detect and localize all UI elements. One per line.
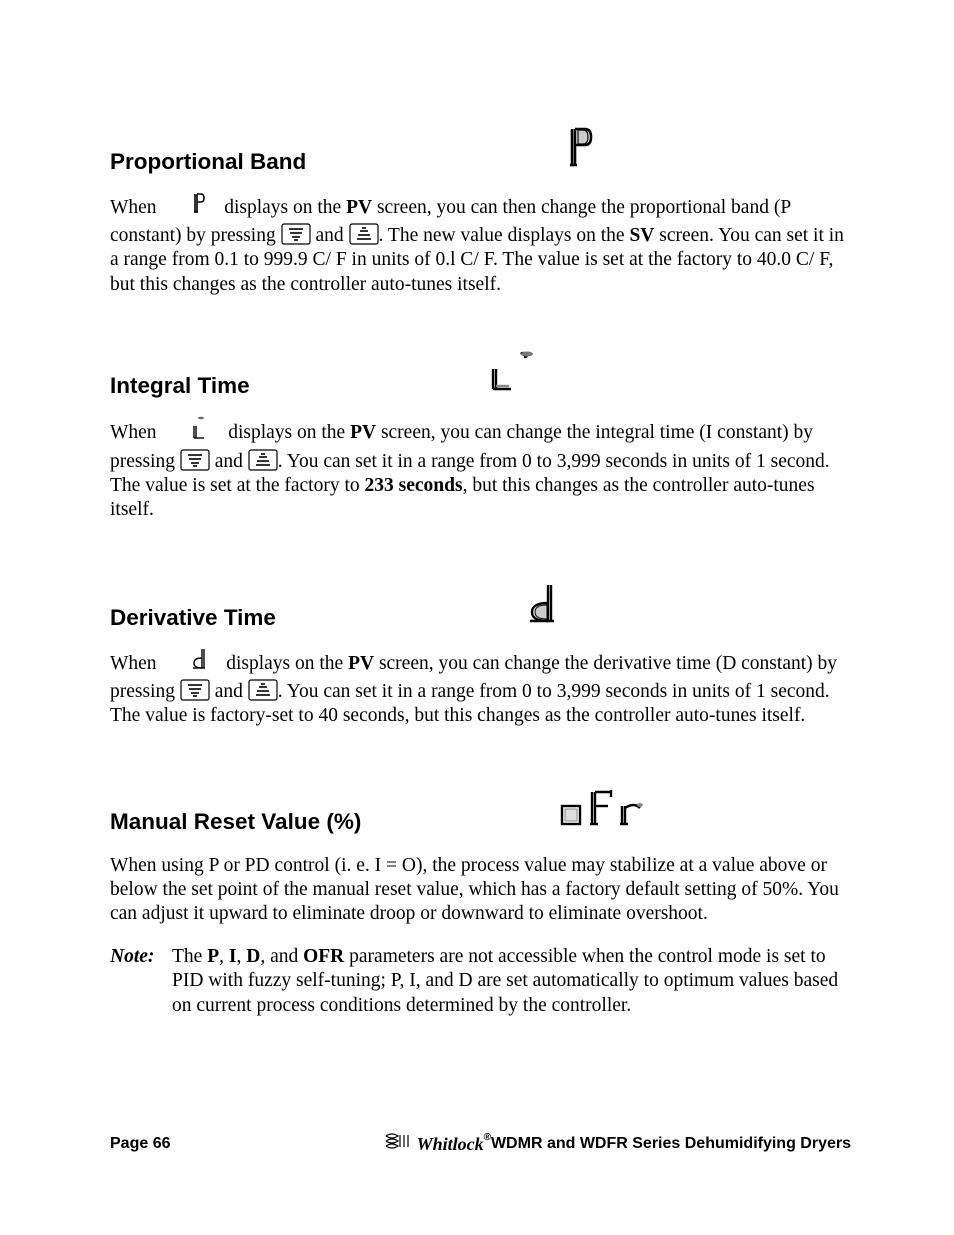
document-page: Proportional Band When displays on the P… [0, 0, 954, 1235]
brand-logo-icon [385, 1133, 413, 1155]
note-body: The P, I, D, and OFR parameters are not … [172, 945, 851, 1018]
text: , [236, 946, 246, 967]
p-small-icon [191, 192, 205, 221]
note-label: Note: [110, 946, 154, 967]
paragraph: When displays on the PV screen, you can … [110, 418, 851, 523]
text: displays on the [219, 198, 346, 219]
text: When [110, 198, 161, 219]
down-button-icon [180, 679, 210, 701]
paragraph: When using P or PD control (i. e. I = O)… [110, 854, 851, 927]
p-large-icon [563, 125, 595, 176]
text: displays on the [221, 653, 348, 674]
text: . The new value displays on the [379, 225, 630, 246]
down-button-icon [180, 449, 210, 471]
text: displays on the [223, 422, 350, 443]
text: and [210, 681, 248, 702]
text-bold: 233 seconds [365, 475, 463, 496]
note-block: Note: The P, I, D, and OFR parameters ar… [110, 945, 851, 1018]
text: , [219, 946, 229, 967]
heading-derivative-time: Derivative Time [110, 604, 276, 632]
heading-proportional-band: Proportional Band [110, 148, 306, 176]
paragraph: When displays on the PV screen, you can … [110, 194, 851, 297]
text-pv: PV [350, 422, 376, 443]
text: When using P or PD control (i. e. I = O)… [110, 855, 839, 925]
text: When [110, 422, 161, 443]
text: The [172, 946, 207, 967]
up-button-icon [248, 449, 278, 471]
section-header: Derivative Time [110, 583, 851, 632]
down-button-icon [281, 223, 311, 245]
heading-integral-time: Integral Time [110, 372, 250, 400]
d-small-icon [191, 648, 207, 677]
up-button-icon [349, 223, 379, 245]
ofr-large-icon [558, 788, 654, 835]
footer-title: WDMR and WDFR Series Dehumidifying Dryer… [491, 1134, 851, 1154]
up-button-icon [248, 679, 278, 701]
text: OFR [303, 946, 344, 967]
section-header: Manual Reset Value (%) [110, 788, 851, 835]
text: and [311, 225, 349, 246]
page-number: Page 66 [110, 1134, 170, 1154]
text: P [207, 946, 219, 967]
page-footer: Page 66 Whitlock® WDMR and WDFR Series D… [110, 1133, 851, 1156]
text: and [210, 451, 248, 472]
i-small-icon [191, 416, 209, 447]
reg-mark: ® [484, 1132, 491, 1145]
d-large-icon [526, 583, 560, 632]
section-header: Integral Time [110, 351, 851, 400]
text-pv: PV [346, 198, 372, 219]
section-header: Proportional Band [110, 125, 851, 176]
brand-name: Whitlock [417, 1133, 484, 1156]
heading-manual-reset: Manual Reset Value (%) [110, 808, 361, 836]
paragraph: When displays on the PV screen, you can … [110, 650, 851, 728]
i-large-icon [489, 351, 551, 400]
text-pv: PV [348, 653, 374, 674]
text: When [110, 653, 161, 674]
text: D [246, 946, 260, 967]
text: , and [260, 946, 303, 967]
text-sv: SV [629, 225, 654, 246]
